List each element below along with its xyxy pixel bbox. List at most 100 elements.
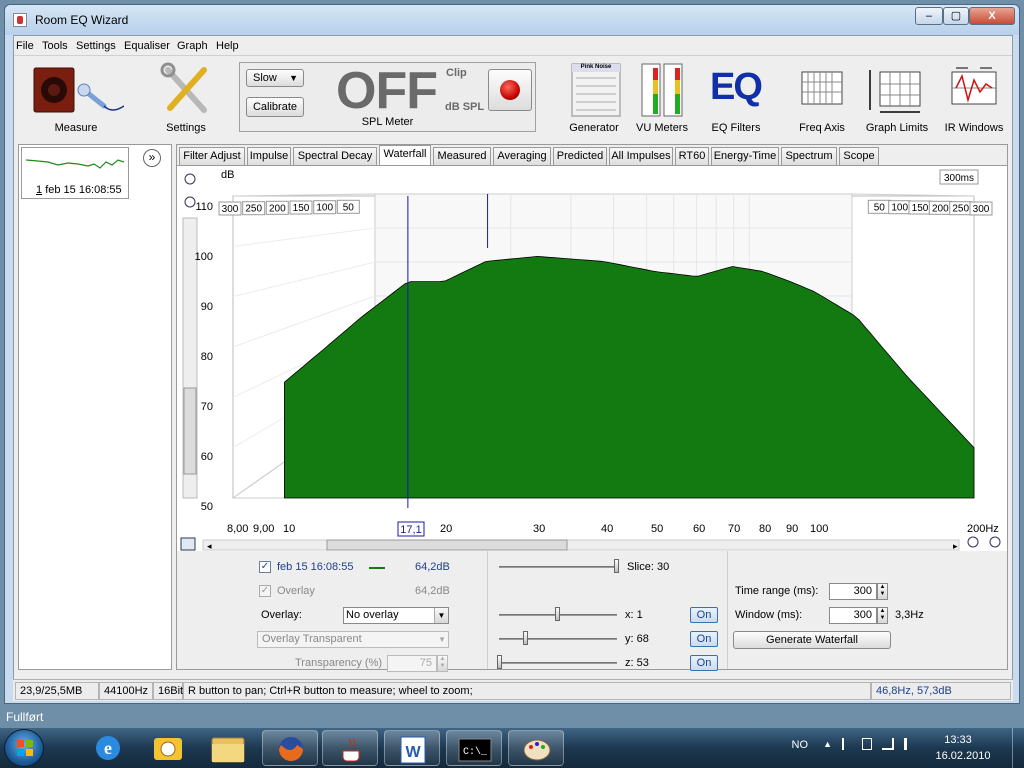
time-range-input[interactable]: 300 xyxy=(829,583,877,600)
tab-spectral-decay[interactable]: Spectral Decay xyxy=(293,147,377,165)
zoom-out-y-icon[interactable] xyxy=(184,196,196,208)
transparency-spinner[interactable]: ▲ ▼ xyxy=(437,655,448,672)
maximize-button[interactable]: ▢ xyxy=(943,7,969,25)
time-tick-left: 100 xyxy=(316,203,333,214)
taskbar: e W C:\_ NO ▲ 13:33 16.02.2010 xyxy=(0,728,1024,768)
time-tick-right: 150 xyxy=(912,203,929,214)
expand-icon[interactable]: » xyxy=(143,149,161,167)
x-tick-70: 70 xyxy=(728,523,740,535)
overlay-transparent-select[interactable]: Overlay Transparent ▼ xyxy=(257,631,449,648)
generate-waterfall-button[interactable]: Generate Waterfall xyxy=(733,631,891,649)
menu-equaliser[interactable]: Equaliser xyxy=(124,40,170,52)
measurement-item[interactable]: 1 feb 15 16:08:55 xyxy=(21,147,129,199)
flag-icon[interactable] xyxy=(842,738,852,750)
calibrate-button[interactable]: Calibrate xyxy=(246,97,304,117)
waterfall-plot[interactable]: dB 110 100 90 80 70 60 50 8,00 9,00 10 2… xyxy=(177,166,1007,552)
minimize-button[interactable]: – xyxy=(915,7,943,25)
taskbar-firefox[interactable] xyxy=(262,730,318,766)
x-label: x: 1 xyxy=(625,609,643,621)
z-on-button[interactable]: On xyxy=(690,655,718,671)
save-graph-icon[interactable] xyxy=(180,537,196,551)
taskbar-ie[interactable]: e xyxy=(80,730,136,766)
clock-date[interactable]: 16.02.2010 xyxy=(928,750,998,762)
taskbar-explorer[interactable] xyxy=(200,730,256,766)
zoom-out-x-icon[interactable] xyxy=(989,536,1001,548)
y-slider-track[interactable] xyxy=(499,638,617,640)
scroll-left-icon[interactable]: ◂ xyxy=(207,541,212,551)
network-icon[interactable] xyxy=(882,738,894,750)
taskbar-paint[interactable] xyxy=(508,730,564,766)
vertical-scroll-thumb[interactable] xyxy=(183,387,197,475)
slice-slider-track[interactable] xyxy=(499,566,617,568)
browser-status-text: Fullført xyxy=(6,710,44,724)
tab-measured[interactable]: Measured xyxy=(433,147,491,165)
tab-filter-adjust[interactable]: Filter Adjust xyxy=(179,147,245,165)
menu-graph[interactable]: Graph xyxy=(177,40,208,52)
zoom-in-y-icon[interactable] xyxy=(184,173,196,185)
ir-windows-button[interactable]: IR Windows xyxy=(938,62,1010,138)
time-range-spinner[interactable]: ▲ ▼ xyxy=(877,583,888,600)
x-tick-60: 60 xyxy=(693,523,705,535)
clock-time[interactable]: 13:33 xyxy=(928,734,988,746)
tab-averaging[interactable]: Averaging xyxy=(493,147,551,165)
title-bar[interactable]: Room EQ Wizard – ▢ X xyxy=(5,5,1019,35)
menu-tools[interactable]: Tools xyxy=(42,40,68,52)
show-hidden-icons-icon[interactable]: ▲ xyxy=(823,739,832,749)
measure-button[interactable]: Measure xyxy=(28,62,125,138)
speed-select[interactable]: Slow ▼ xyxy=(246,69,304,87)
show-desktop-button[interactable] xyxy=(1012,728,1024,768)
window-input[interactable]: 300 xyxy=(829,607,877,624)
waterfall-controls: ✓ feb 15 16:08:55 64,2dB ✓ Overlay 64,2d… xyxy=(177,551,1007,672)
zoom-in-x-icon[interactable] xyxy=(967,536,979,548)
close-button[interactable]: X xyxy=(969,7,1015,25)
record-button[interactable] xyxy=(488,69,532,111)
tab-rt60[interactable]: RT60 xyxy=(675,147,709,165)
settings-button[interactable]: Settings xyxy=(156,62,216,138)
tab-spectrum[interactable]: Spectrum xyxy=(781,147,837,165)
y-slider-thumb[interactable] xyxy=(523,631,528,645)
waterfall-graph[interactable]: dB 110 100 90 80 70 60 50 8,00 9,00 10 2… xyxy=(177,165,1007,551)
tab-waterfall[interactable]: Waterfall xyxy=(379,145,431,165)
y-tick-90: 90 xyxy=(201,301,213,313)
time-tick-left: 150 xyxy=(293,203,310,214)
z-slider-thumb[interactable] xyxy=(497,655,502,669)
generator-button[interactable]: Pink Noise Generator xyxy=(558,62,630,138)
device-icon[interactable] xyxy=(862,738,872,750)
slice-slider-thumb[interactable] xyxy=(614,559,619,573)
measurement-checkbox[interactable]: ✓ xyxy=(259,561,271,573)
tab-energy-time[interactable]: Energy-Time xyxy=(711,147,779,165)
graph-limits-button[interactable]: Graph Limits xyxy=(862,62,932,138)
menu-file[interactable]: File xyxy=(16,40,34,52)
y-on-button[interactable]: On xyxy=(690,631,718,647)
transparency-input[interactable]: 75 xyxy=(387,655,437,672)
taskbar-cmd[interactable]: C:\_ xyxy=(446,730,502,766)
volume-icon[interactable] xyxy=(904,738,914,750)
taskbar-java[interactable] xyxy=(322,730,378,766)
menu-settings[interactable]: Settings xyxy=(76,40,116,52)
eq-filters-button[interactable]: EQ EQ Filters xyxy=(704,62,768,138)
window-spinner[interactable]: ▲ ▼ xyxy=(877,607,888,624)
x-on-button[interactable]: On xyxy=(690,607,718,623)
scroll-right-icon[interactable]: ▸ xyxy=(953,541,958,551)
taskbar-word[interactable]: W xyxy=(384,730,440,766)
start-button[interactable] xyxy=(4,729,44,767)
overlay-checkbox[interactable]: ✓ xyxy=(259,585,271,597)
time-tick-right: 250 xyxy=(952,204,969,215)
tab-impulse[interactable]: Impulse xyxy=(247,147,291,165)
language-indicator[interactable]: NO xyxy=(792,739,809,751)
x-slider-thumb[interactable] xyxy=(555,607,560,621)
slice-label: Slice: 30 xyxy=(627,561,670,573)
z-label: z: 53 xyxy=(625,657,649,669)
horizontal-scrollbar[interactable] xyxy=(202,539,960,551)
vu-meters-button[interactable]: VU Meters xyxy=(632,62,692,138)
y-tick-100: 100 xyxy=(195,251,213,263)
tab-all-impulses[interactable]: All Impulses xyxy=(609,147,673,165)
overlay-select[interactable]: No overlay ▼ xyxy=(343,607,449,624)
freq-axis-button[interactable]: Freq Axis xyxy=(794,62,850,138)
tab-predicted[interactable]: Predicted xyxy=(553,147,607,165)
tab-scope[interactable]: Scope xyxy=(839,147,879,165)
menu-help[interactable]: Help xyxy=(216,40,239,52)
taskbar-outlook[interactable] xyxy=(140,730,196,766)
z-slider-track[interactable] xyxy=(499,662,617,664)
horizontal-scroll-thumb[interactable] xyxy=(326,539,568,551)
